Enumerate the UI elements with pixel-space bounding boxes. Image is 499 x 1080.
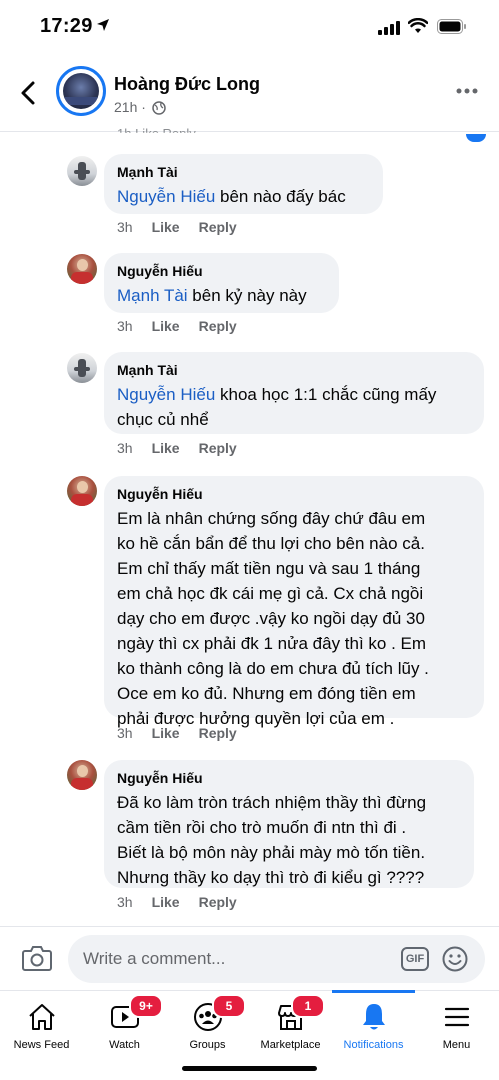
comment-time: 3h — [117, 894, 133, 910]
like-button[interactable]: Like — [152, 219, 180, 235]
comment-line: Biết là bộ môn này phải mày mò tốn tiền. — [117, 843, 426, 862]
tab-menu[interactable]: Menu — [415, 991, 498, 1080]
comment-actions: 3h Like Reply — [117, 725, 256, 741]
comment-text: bên kỷ này này — [187, 286, 307, 305]
author-name[interactable]: Hoàng Đức Long — [114, 74, 260, 95]
comment-bubble: Mạnh Tài Nguyễn Hiếu bên nào đấy bác — [104, 154, 383, 214]
comment-author[interactable]: Mạnh Tài — [117, 164, 370, 180]
reply-button[interactable]: Reply — [199, 725, 237, 741]
comment-author[interactable]: Mạnh Tài — [117, 362, 471, 378]
location-arrow-icon — [97, 19, 109, 31]
comment-meta-partial: 1h Like Reply — [117, 126, 196, 141]
tab-news-feed[interactable]: News Feed — [0, 991, 83, 1080]
comment-text: khoa học 1:1 chắc cũng mấy — [215, 385, 437, 404]
emoji-icon[interactable] — [442, 946, 468, 972]
more-options-icon[interactable] — [456, 88, 478, 94]
comment-actions: 3h Like Reply — [117, 219, 256, 235]
tab-notifications[interactable]: Notifications — [332, 990, 415, 1080]
comment-author[interactable]: Nguyễn Hiếu — [117, 770, 461, 786]
status-bar: 17:29 — [0, 0, 499, 56]
globe-icon — [152, 101, 166, 115]
notification-badge: 1 — [291, 994, 325, 1018]
active-tab-indicator — [332, 990, 415, 993]
comment-line: ko thành công là do em chưa đủ tích lũy … — [117, 659, 429, 678]
comment-line: Oce em ko đủ. Nhưng em đóng tiền em — [117, 684, 416, 703]
avatar[interactable] — [67, 760, 97, 790]
comment-line: em chả học đk cái mẹ gì cả. Cx chả ngồi — [117, 584, 424, 603]
like-button[interactable]: Like — [152, 725, 180, 741]
avatar[interactable] — [67, 254, 97, 284]
mention-link[interactable]: Mạnh Tài — [117, 286, 188, 305]
comment-input-placeholder: Write a comment... — [83, 949, 226, 968]
tab-label: Notifications — [343, 1039, 404, 1051]
cellular-signal-icon — [378, 21, 400, 35]
comment-line: ko hề cắn bẩn để thu lợi cho bên nào cả. — [117, 534, 425, 553]
comment-input[interactable]: Write a comment... GIF — [68, 935, 485, 983]
comment-text: chục củ nhể — [117, 410, 209, 429]
reply-button[interactable]: Reply — [199, 318, 237, 334]
notification-badge: 9+ — [129, 994, 163, 1018]
comment-line: ngày thì cx phải đk 1 nửa đây thì ko . E… — [117, 634, 427, 653]
tab-label: Watch — [109, 1039, 140, 1051]
tab-label: Marketplace — [260, 1039, 321, 1051]
tab-label: Menu — [442, 1039, 471, 1051]
comment-time: 3h — [117, 219, 133, 235]
comment-actions: 3h Like Reply — [117, 318, 256, 334]
comment-line: Đã ko làm tròn trách nhiệm thầy thì đừng — [117, 793, 427, 812]
comment-bubble: Nguyễn Hiếu Em là nhân chứng sống đây ch… — [104, 476, 484, 728]
back-arrow-icon[interactable] — [16, 80, 42, 106]
hamburger-icon — [444, 1007, 470, 1027]
author-avatar[interactable] — [56, 66, 106, 116]
comment-line: dạy cho em được .vậy ko ngồi dạy đủ 30 — [117, 609, 425, 628]
reply-button[interactable]: Reply — [199, 894, 237, 910]
comment-text: Đã ko làm tròn trách nhiệm thầy thì đừng… — [117, 790, 461, 890]
avatar[interactable] — [67, 156, 97, 186]
tab-watch[interactable]: 9+ Watch — [83, 991, 166, 1080]
comment-text: bên nào đấy bác — [215, 187, 346, 206]
reply-button[interactable]: Reply — [199, 219, 237, 235]
comment-author[interactable]: Nguyễn Hiếu — [117, 263, 326, 279]
tab-label: News Feed — [13, 1039, 70, 1051]
comment-actions: 3h Like Reply — [117, 894, 256, 910]
comment-bubble: Nguyễn Hiếu Đã ko làm tròn trách nhiệm t… — [104, 760, 474, 888]
like-button[interactable]: Like — [152, 894, 180, 910]
avatar[interactable] — [67, 476, 97, 506]
wifi-icon — [408, 18, 428, 33]
gif-button[interactable]: GIF — [401, 947, 429, 971]
notification-badge: 5 — [212, 994, 246, 1018]
comment-time: 3h — [117, 318, 133, 334]
reaction-icon — [466, 134, 486, 142]
avatar[interactable] — [67, 353, 97, 383]
comment-composer: Write a comment... GIF — [0, 926, 499, 990]
mention-link[interactable]: Nguyễn Hiếu — [117, 187, 215, 206]
comment-bubble: Nguyễn Hiếu Mạnh Tài bên kỷ này này — [104, 253, 339, 313]
comment-actions: 3h Like Reply — [117, 440, 256, 456]
comment-author[interactable]: Nguyễn Hiếu — [117, 486, 471, 502]
tab-label: Groups — [189, 1039, 226, 1051]
battery-icon — [437, 19, 466, 34]
comment-text: Em là nhân chứng sống đây chứ đâu em ko … — [117, 506, 471, 731]
post-time: 21h · — [114, 99, 146, 115]
comment-time: 3h — [117, 440, 133, 456]
comment-line: Nhưng thầy ko dạy thì trò đi kiểu gì ???… — [117, 868, 425, 887]
like-button[interactable]: Like — [152, 318, 180, 334]
comment-line: cầm tiền rồi cho trò muốn đi ntn thì đi … — [117, 818, 407, 837]
comment-time: 3h — [117, 725, 133, 741]
post-header: Hoàng Đức Long 21h · — [0, 56, 499, 132]
status-time: 17:29 — [40, 15, 93, 37]
comment-bubble: Mạnh Tài Nguyễn Hiếu khoa học 1:1 chắc c… — [104, 352, 484, 434]
camera-icon[interactable] — [22, 945, 52, 971]
mention-link[interactable]: Nguyễn Hiếu — [117, 385, 215, 404]
like-button[interactable]: Like — [152, 440, 180, 456]
comment-line: Em chỉ thấy mất tiền ngu và sau 1 tháng — [117, 559, 421, 578]
comment-line: Em là nhân chứng sống đây chứ đâu em — [117, 509, 426, 528]
home-indicator — [182, 1066, 317, 1071]
home-icon — [29, 1004, 55, 1030]
reply-button[interactable]: Reply — [199, 440, 237, 456]
bell-icon — [363, 1004, 385, 1030]
